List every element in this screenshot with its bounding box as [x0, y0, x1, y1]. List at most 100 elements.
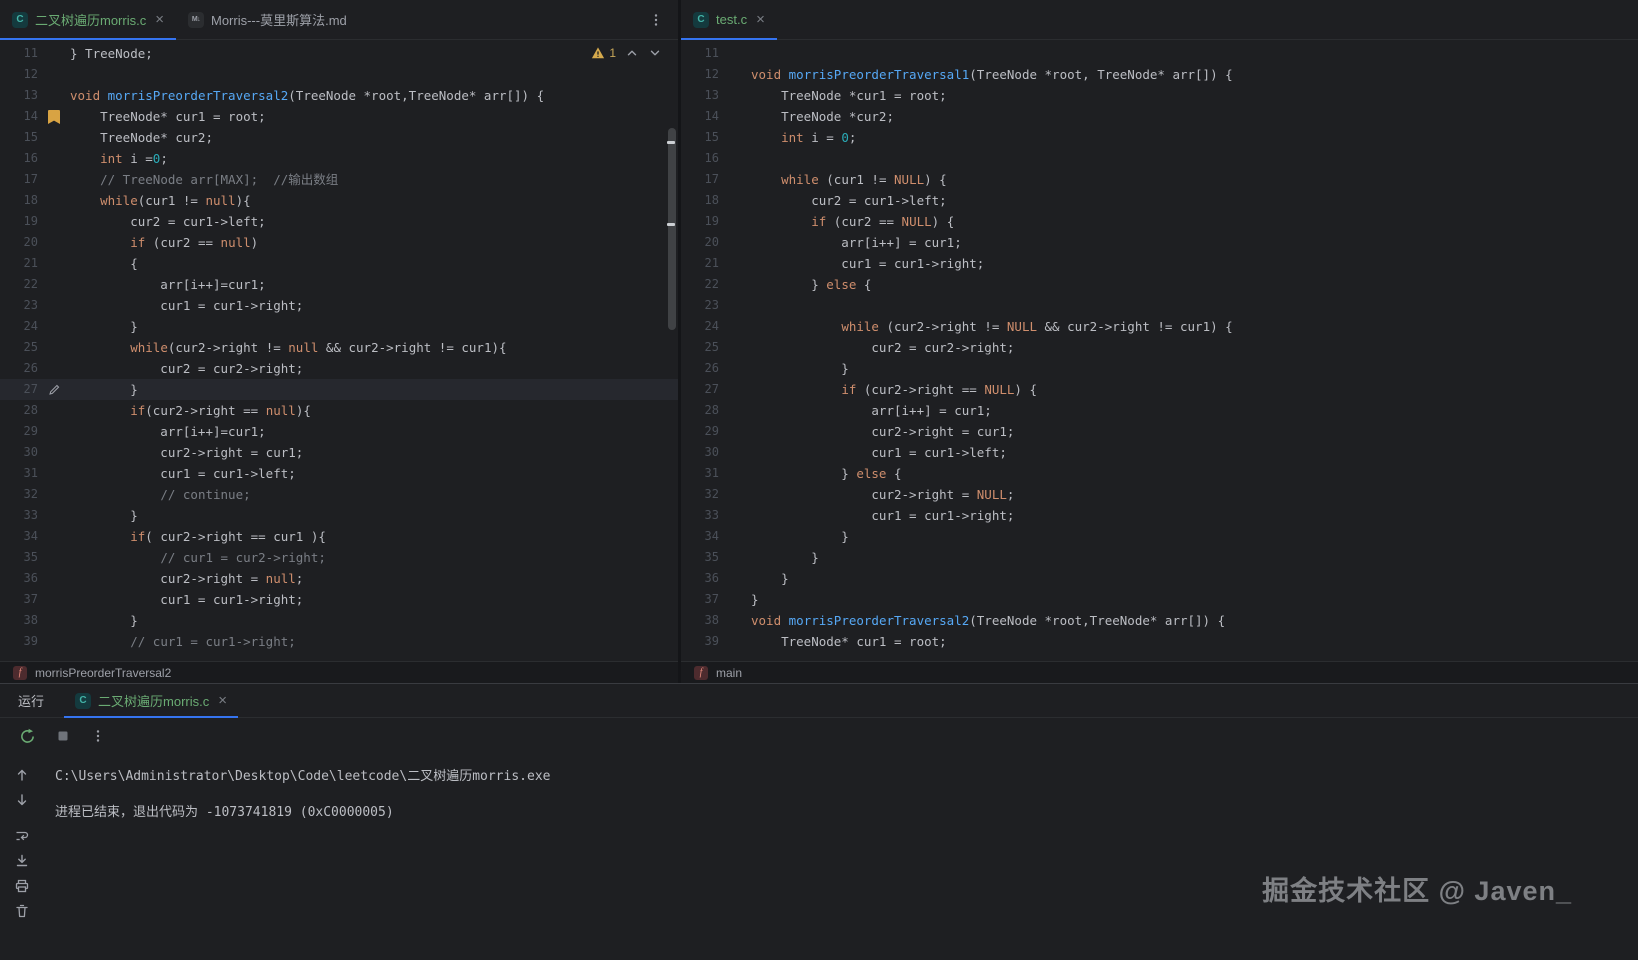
- line-number[interactable]: 34: [0, 526, 38, 547]
- line-number[interactable]: 11: [681, 43, 719, 64]
- line-number[interactable]: 23: [681, 295, 719, 316]
- code-line-30[interactable]: 30 cur1 = cur1->left;: [681, 442, 1638, 463]
- error-stripe-mark[interactable]: [667, 223, 675, 226]
- bookmark-icon[interactable]: [38, 106, 70, 127]
- close-tab-icon[interactable]: ×: [155, 12, 164, 27]
- line-number[interactable]: 33: [681, 505, 719, 526]
- code-line-25[interactable]: 25 while(cur2->right != null && cur2->ri…: [0, 337, 678, 358]
- code-line-19[interactable]: 19 if (cur2 == NULL) {: [681, 211, 1638, 232]
- code-line-20[interactable]: 20 if (cur2 == null): [0, 232, 678, 253]
- line-number[interactable]: 32: [0, 484, 38, 505]
- breadcrumb-function-name[interactable]: morrisPreorderTraversal2: [35, 666, 171, 680]
- arrow-up-icon[interactable]: [14, 767, 30, 783]
- code-line-24[interactable]: 24 }: [0, 316, 678, 337]
- code-line-22[interactable]: 22 arr[i++]=cur1;: [0, 274, 678, 295]
- line-number[interactable]: 29: [681, 421, 719, 442]
- code-line-26[interactable]: 26 cur2 = cur2->right;: [0, 358, 678, 379]
- line-number[interactable]: 20: [681, 232, 719, 253]
- line-number[interactable]: 19: [0, 211, 38, 232]
- line-number[interactable]: 28: [0, 400, 38, 421]
- code-line-14[interactable]: 14 TreeNode* cur1 = root;: [0, 106, 678, 127]
- code-line-22[interactable]: 22 } else {: [681, 274, 1638, 295]
- code-line-15[interactable]: 15 int i = 0;: [681, 127, 1638, 148]
- code-line-27[interactable]: 27 if (cur2->right == NULL) {: [681, 379, 1638, 400]
- line-number[interactable]: 21: [681, 253, 719, 274]
- line-number[interactable]: 36: [681, 568, 719, 589]
- line-number[interactable]: 37: [681, 589, 719, 610]
- editor-scrollbar[interactable]: [668, 128, 676, 330]
- close-run-tab-icon[interactable]: ×: [218, 693, 227, 708]
- line-number[interactable]: 21: [0, 253, 38, 274]
- line-number[interactable]: 34: [681, 526, 719, 547]
- code-line-32[interactable]: 32 // continue;: [0, 484, 678, 505]
- code-line-39[interactable]: 39 TreeNode* cur1 = root;: [681, 631, 1638, 652]
- code-line-26[interactable]: 26 }: [681, 358, 1638, 379]
- code-line-19[interactable]: 19 cur2 = cur1->left;: [0, 211, 678, 232]
- code-line-11[interactable]: 11} TreeNode;: [0, 43, 678, 64]
- line-number[interactable]: 27: [0, 379, 38, 400]
- code-line-13[interactable]: 13void morrisPreorderTraversal2(TreeNode…: [0, 85, 678, 106]
- code-line-35[interactable]: 35 // cur1 = cur2->right;: [0, 547, 678, 568]
- code-line-33[interactable]: 33 cur1 = cur1->right;: [681, 505, 1638, 526]
- code-line-29[interactable]: 29 cur2->right = cur1;: [681, 421, 1638, 442]
- code-line-16[interactable]: 16 int i =0;: [0, 148, 678, 169]
- code-line-13[interactable]: 13 TreeNode *cur1 = root;: [681, 85, 1638, 106]
- line-number[interactable]: 26: [681, 358, 719, 379]
- tab-test-c[interactable]: C test.c ×: [681, 0, 777, 39]
- line-number[interactable]: 12: [681, 64, 719, 85]
- left-code-editor[interactable]: 11} TreeNode;1213void morrisPreorderTrav…: [0, 40, 678, 661]
- line-number[interactable]: 28: [681, 400, 719, 421]
- edited-line-marker-icon[interactable]: [38, 379, 70, 400]
- line-number[interactable]: 11: [0, 43, 38, 64]
- right-code-editor[interactable]: 1112void morrisPreorderTraversal1(TreeNo…: [681, 40, 1638, 661]
- line-number[interactable]: 15: [681, 127, 719, 148]
- line-number[interactable]: 39: [0, 631, 38, 652]
- soft-wrap-icon[interactable]: [14, 828, 30, 844]
- previous-problem-chevron-up-icon[interactable]: [625, 46, 639, 60]
- code-line-21[interactable]: 21 {: [0, 253, 678, 274]
- code-line-37[interactable]: 37 cur1 = cur1->right;: [0, 589, 678, 610]
- line-number[interactable]: 24: [681, 316, 719, 337]
- line-number[interactable]: 13: [0, 85, 38, 106]
- code-line-12[interactable]: 12void morrisPreorderTraversal1(TreeNode…: [681, 64, 1638, 85]
- code-line-37[interactable]: 37}: [681, 589, 1638, 610]
- line-number[interactable]: 22: [681, 274, 719, 295]
- arrow-down-icon[interactable]: [14, 792, 30, 808]
- line-number[interactable]: 16: [0, 148, 38, 169]
- code-line-34[interactable]: 34 if( cur2->right == cur1 ){: [0, 526, 678, 547]
- line-number[interactable]: 16: [681, 148, 719, 169]
- tab-morris-c[interactable]: C 二叉树遍历morris.c ×: [0, 0, 176, 39]
- next-problem-chevron-down-icon[interactable]: [648, 46, 662, 60]
- code-line-17[interactable]: 17 while (cur1 != NULL) {: [681, 169, 1638, 190]
- line-number[interactable]: 38: [681, 610, 719, 631]
- line-number[interactable]: 35: [0, 547, 38, 568]
- line-number[interactable]: 39: [681, 631, 719, 652]
- line-number[interactable]: 15: [0, 127, 38, 148]
- line-number[interactable]: 20: [0, 232, 38, 253]
- line-number[interactable]: 32: [681, 484, 719, 505]
- run-tab-morris-c[interactable]: C 二叉树遍历morris.c ×: [64, 684, 238, 717]
- code-line-16[interactable]: 16: [681, 148, 1638, 169]
- line-number[interactable]: 23: [0, 295, 38, 316]
- line-number[interactable]: 36: [0, 568, 38, 589]
- line-number[interactable]: 33: [0, 505, 38, 526]
- inspection-widget[interactable]: 1: [591, 46, 662, 60]
- line-number[interactable]: 22: [0, 274, 38, 295]
- stop-icon[interactable]: [55, 728, 71, 744]
- code-line-31[interactable]: 31 } else {: [681, 463, 1638, 484]
- code-line-36[interactable]: 36 cur2->right = null;: [0, 568, 678, 589]
- line-number[interactable]: 24: [0, 316, 38, 337]
- code-line-17[interactable]: 17 // TreeNode arr[MAX]; //输出数组: [0, 169, 678, 190]
- code-line-35[interactable]: 35 }: [681, 547, 1638, 568]
- line-number[interactable]: 38: [0, 610, 38, 631]
- line-number[interactable]: 35: [681, 547, 719, 568]
- close-tab-icon[interactable]: ×: [756, 12, 765, 27]
- code-line-31[interactable]: 31 cur1 = cur1->left;: [0, 463, 678, 484]
- line-number[interactable]: 14: [681, 106, 719, 127]
- code-line-11[interactable]: 11: [681, 43, 1638, 64]
- code-line-25[interactable]: 25 cur2 = cur2->right;: [681, 337, 1638, 358]
- line-number[interactable]: 19: [681, 211, 719, 232]
- code-line-18[interactable]: 18 while(cur1 != null){: [0, 190, 678, 211]
- line-number[interactable]: 25: [0, 337, 38, 358]
- code-line-30[interactable]: 30 cur2->right = cur1;: [0, 442, 678, 463]
